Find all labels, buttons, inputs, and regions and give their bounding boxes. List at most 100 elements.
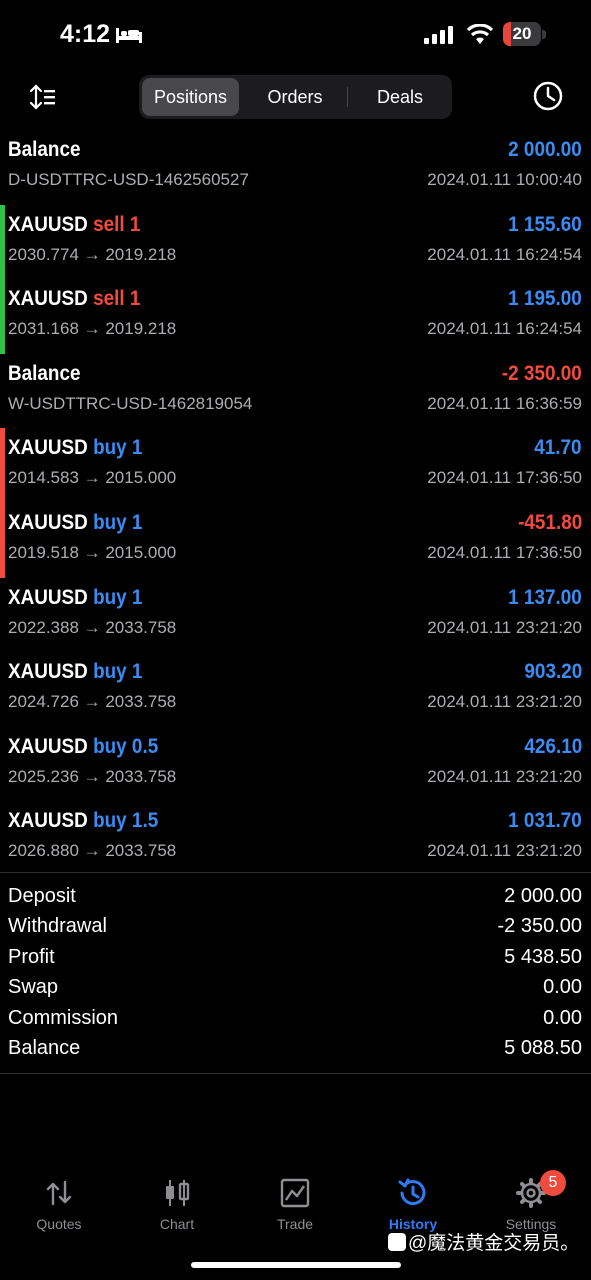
list-item[interactable]: XAUUSD sell 1 2031.168 → 2019.218 1 195.… [0,279,591,354]
item-subtitle: 2025.236 → 2033.758 [8,766,177,786]
clock-icon[interactable] [532,80,564,112]
item-amount: -451.80 [517,510,582,534]
signal-icon [424,26,453,44]
item-title: Balance [8,361,81,385]
item-time: 2024.01.11 23:21:20 [427,617,582,637]
item-side: buy 1 [93,510,143,534]
item-time: 2024.01.11 16:24:54 [427,244,582,264]
tab-settings[interactable]: Settings [472,1170,590,1232]
item-title: XAUUSD buy 1 [8,436,143,460]
item-title: XAUUSD buy 1 [8,510,143,534]
item-side: buy 1 [93,436,143,460]
item-side: buy 1 [93,585,143,609]
list-item[interactable]: XAUUSD sell 1 2030.774 → 2019.218 1 155.… [0,204,591,280]
summary-label: Deposit [8,885,76,907]
summary-value: 0.00 [543,976,582,999]
summary-value: 5 438.50 [504,945,582,968]
battery-tip [542,30,546,39]
sort-icon[interactable] [28,82,58,112]
summary-label: Swap [8,976,59,999]
tab-label: Chart [159,1216,195,1232]
item-time: 2024.01.11 17:36:50 [427,468,582,488]
tab-trade[interactable]: Trade [236,1170,354,1232]
item-subtitle: 2026.880 → 2033.758 [8,841,177,861]
list-item[interactable]: Balance D-USDTTRC-USD-1462560527 2 000.0… [0,130,591,205]
summary-commission: Commission 0.00 [0,1005,591,1035]
tab-chart[interactable]: Chart [118,1170,236,1232]
segment-divider [347,87,348,107]
candlestick-icon [166,1180,190,1206]
item-title: XAUUSD sell 1 [8,287,141,311]
status-bar: 4:12 20 [0,0,591,70]
item-amount: 41.70 [534,436,582,460]
summary-label: Commission [8,1006,119,1029]
summary-label: Profit [8,945,55,968]
status-time: 4:12 [60,20,111,48]
row-indicator [0,130,5,205]
item-title: XAUUSD sell 1 [8,212,141,236]
row-indicator [0,578,5,653]
item-subtitle: W-USDTTRC-USD-1462819054 [8,393,253,413]
list-item[interactable]: XAUUSD buy 1.5 2026.880 → 2033.758 1 031… [0,801,591,876]
item-side: sell 1 [93,287,141,311]
tab-history[interactable]: History [354,1170,472,1232]
quotes-arrows-icon [46,1180,72,1206]
item-side: sell 1 [93,212,141,236]
row-indicator [0,727,5,802]
battery-level: 20 [512,24,532,43]
sleep-focus-icon [116,28,142,43]
list-item[interactable]: XAUUSD buy 1 2024.726 → 2033.758 903.20 … [0,652,591,727]
list-item[interactable]: XAUUSD buy 1 2014.583 → 2015.000 41.70 2… [0,428,591,503]
row-indicator [0,428,5,503]
item-side: buy 1.5 [93,809,159,833]
tab-deals[interactable]: Deals [351,78,449,116]
watermark-text: @魔法黄金交易员。 [408,1233,580,1254]
tab-positions[interactable]: Positions [142,78,239,116]
list-item[interactable]: XAUUSD buy 0.5 2025.236 → 2033.758 426.1… [0,727,591,802]
item-title: XAUUSD buy 0.5 [8,734,159,758]
list-item[interactable]: XAUUSD buy 1 2019.518 → 2015.000 -451.80… [0,502,591,578]
item-amount: 1 031.70 [508,809,582,833]
item-side: buy 1 [93,660,143,684]
history-summary: Deposit 2 000.00 Withdrawal -2 350.00 Pr… [0,872,591,1075]
settings-notification-badge: 5 [540,1170,566,1196]
item-time: 2024.01.11 23:21:20 [427,766,582,786]
item-time: 2024.01.11 23:21:20 [427,841,582,861]
summary-label: Withdrawal [8,915,107,938]
row-indicator [0,652,5,727]
tab-label: Trade [276,1216,314,1232]
wifi-icon [466,24,494,44]
item-subtitle: 2024.726 → 2033.758 [8,692,177,712]
tab-quotes[interactable]: Quotes [0,1170,118,1232]
item-amount: 1 155.60 [508,212,582,236]
item-subtitle: 2031.168 → 2019.218 [8,319,177,339]
row-indicator [0,502,5,578]
tab-label: Quotes [36,1216,82,1232]
watermark: @魔法黄金交易员。 [388,1228,579,1255]
summary-deposit: Deposit 2 000.00 [0,883,591,913]
list-item[interactable]: XAUUSD buy 1 2022.388 → 2033.758 1 137.0… [0,578,591,653]
home-indicator[interactable] [191,1262,401,1268]
platform-logo-icon [388,1233,406,1251]
row-indicator [0,204,5,280]
item-subtitle: 2022.388 → 2033.758 [8,617,177,637]
item-title: Balance [8,138,81,161]
summary-profit: Profit 5 438.50 [0,944,591,974]
summary-value: 0.00 [543,1006,582,1029]
summary-value: 5 088.50 [504,1036,582,1059]
history-list: Balance D-USDTTRC-USD-1462560527 2 000.0… [0,130,591,876]
trade-chart-icon [280,1178,310,1208]
item-time: 2024.01.11 16:36:59 [427,393,582,413]
item-time: 2024.01.11 16:24:54 [427,319,582,339]
item-subtitle: D-USDTTRC-USD-1462560527 [8,170,249,189]
summary-value: -2 350.00 [497,915,582,938]
row-indicator [0,801,5,876]
list-item[interactable]: Balance W-USDTTRC-USD-1462819054 -2 350.… [0,354,591,429]
summary-swap: Swap 0.00 [0,974,591,1004]
tab-orders[interactable]: Orders [245,78,345,116]
summary-value: 2 000.00 [504,885,582,907]
item-amount: 2 000.00 [508,138,582,161]
item-subtitle: 2030.774 → 2019.218 [8,244,177,264]
item-amount: 426.10 [524,734,582,758]
item-time: 2024.01.11 17:36:50 [427,542,582,562]
